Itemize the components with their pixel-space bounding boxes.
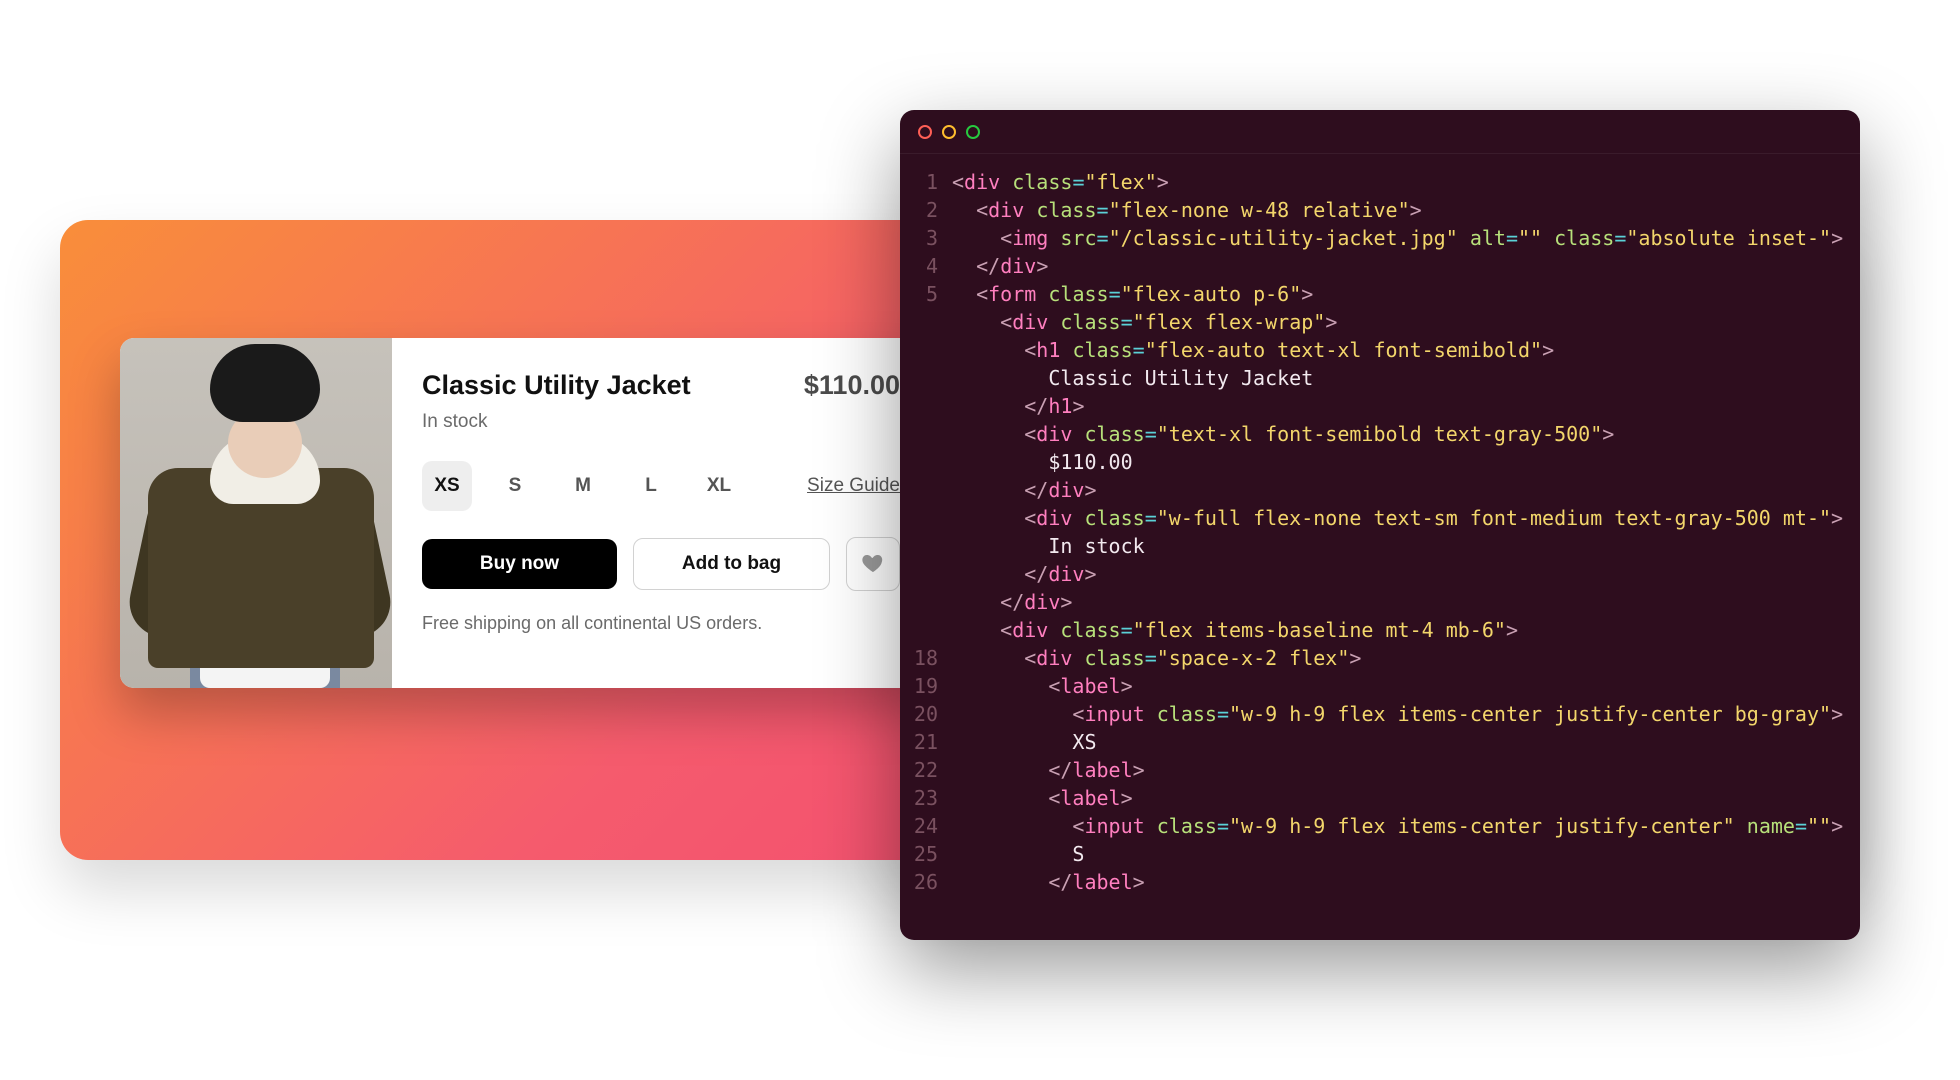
add-to-bag-button[interactable]: Add to bag (633, 538, 830, 590)
code-content[interactable]: <div class="flex"> <div class="flex-none… (952, 154, 1860, 940)
product-price: $110.00 (804, 370, 900, 401)
model-illustration (120, 338, 392, 688)
stock-status: In stock (422, 411, 900, 433)
window-titlebar (900, 110, 1860, 154)
window-minimize-icon[interactable] (942, 125, 956, 139)
size-option-m[interactable]: M (558, 461, 608, 511)
size-option-l[interactable]: L (626, 461, 676, 511)
product-image (120, 338, 392, 688)
line-number-gutter: 12345181920212223242526 (900, 154, 952, 940)
code-window: 12345181920212223242526 <div class="flex… (900, 110, 1860, 940)
size-option-xs[interactable]: XS (422, 461, 472, 511)
shipping-note: Free shipping on all continental US orde… (422, 613, 900, 634)
window-maximize-icon[interactable] (966, 125, 980, 139)
product-info: Classic Utility Jacket $110.00 In stock … (392, 338, 930, 688)
product-title: Classic Utility Jacket (422, 370, 691, 401)
heart-icon (861, 551, 885, 578)
size-option-s[interactable]: S (490, 461, 540, 511)
buy-now-button[interactable]: Buy now (422, 539, 617, 589)
size-option-xl[interactable]: XL (694, 461, 744, 511)
favorite-button[interactable] (846, 537, 900, 591)
size-row: XS S M L XL Size Guide (422, 461, 900, 511)
window-close-icon[interactable] (918, 125, 932, 139)
size-guide-link[interactable]: Size Guide (807, 475, 900, 497)
code-body: 12345181920212223242526 <div class="flex… (900, 154, 1860, 940)
product-card: Classic Utility Jacket $110.00 In stock … (120, 338, 930, 688)
